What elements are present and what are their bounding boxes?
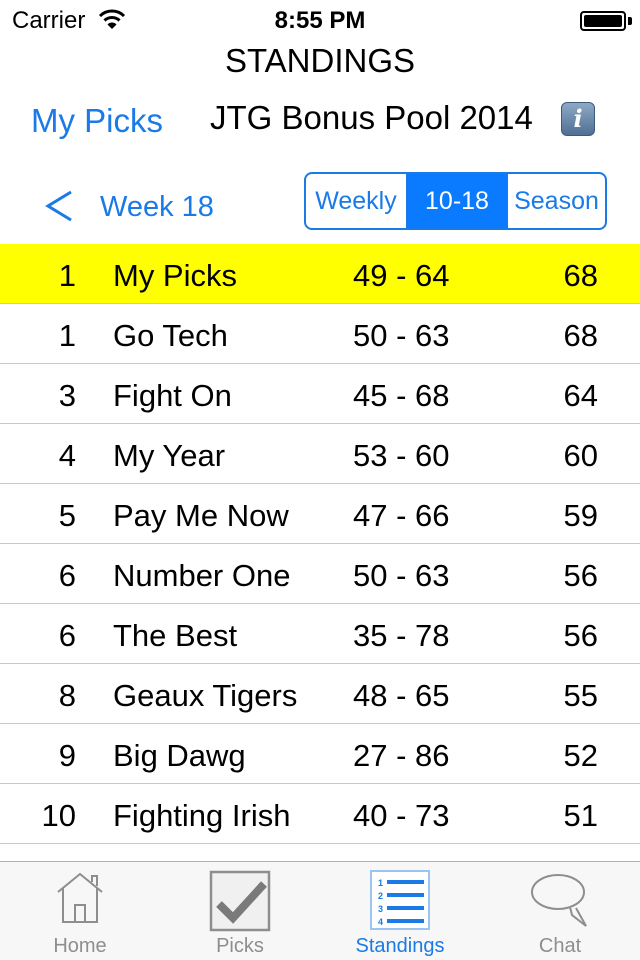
record: 45 - 68 xyxy=(353,378,450,413)
standings-row[interactable]: 3 Fight On 45 - 68 64 xyxy=(0,364,640,424)
segment-weekly[interactable]: Weekly xyxy=(306,174,407,228)
standings-row[interactable]: 6 Number One 50 - 63 56 xyxy=(0,544,640,604)
segment-range[interactable]: 10-18 xyxy=(407,174,508,228)
record: 48 - 65 xyxy=(353,678,450,713)
rank: 6 xyxy=(58,558,76,593)
svg-text:3: 3 xyxy=(378,904,383,914)
standings-row[interactable]: 9 Big Dawg 27 - 86 52 xyxy=(0,724,640,784)
points: 64 xyxy=(563,378,598,413)
svg-text:2: 2 xyxy=(378,891,383,901)
record: 40 - 73 xyxy=(353,798,450,833)
record: 35 - 78 xyxy=(353,618,450,653)
entry-name: Pay Me Now xyxy=(113,498,289,533)
my-picks-button[interactable]: My Picks xyxy=(31,102,163,140)
standings-row[interactable]: 1 My Picks 49 - 64 68 xyxy=(0,244,640,304)
record: 53 - 60 xyxy=(353,438,450,473)
battery-icon xyxy=(580,11,626,31)
chevron-left-icon[interactable] xyxy=(44,186,74,226)
rank: 9 xyxy=(58,738,76,773)
numbered-list-icon: 1 2 3 4 xyxy=(370,870,430,930)
svg-text:1: 1 xyxy=(378,878,383,888)
entry-name: Big Dawg xyxy=(113,738,246,773)
points: 55 xyxy=(563,678,598,713)
period-segmented-control[interactable]: Weekly 10-18 Season xyxy=(304,172,607,230)
rank: 3 xyxy=(58,378,76,413)
tab-picks[interactable]: Picks xyxy=(160,862,320,960)
info-icon[interactable]: i xyxy=(561,102,595,136)
standings-row[interactable]: 8 Geaux Tigers 48 - 65 55 xyxy=(0,664,640,724)
rank: 8 xyxy=(58,678,76,713)
segment-season[interactable]: Season xyxy=(508,174,605,228)
week-label: Week 18 xyxy=(100,191,214,223)
tab-chat[interactable]: Chat xyxy=(480,862,640,960)
entry-name: Go Tech xyxy=(113,318,228,353)
standings-row[interactable]: 4 My Year 53 - 60 60 xyxy=(0,424,640,484)
record: 27 - 86 xyxy=(353,738,450,773)
points: 60 xyxy=(563,438,598,473)
rank: 10 xyxy=(41,798,76,833)
tab-label: Picks xyxy=(216,935,264,957)
standings-row[interactable]: 5 Pay Me Now 47 - 66 59 xyxy=(0,484,640,544)
standings-row[interactable]: 10 Fighting Irish 40 - 73 51 xyxy=(0,784,640,844)
rank: 5 xyxy=(58,498,76,533)
tab-home[interactable]: Home xyxy=(0,862,160,960)
checkbox-icon xyxy=(209,870,271,932)
standings-row[interactable]: 1 Go Tech 50 - 63 68 xyxy=(0,304,640,364)
points: 51 xyxy=(563,798,598,833)
record: 49 - 64 xyxy=(353,258,450,293)
points: 68 xyxy=(563,318,598,353)
record: 50 - 63 xyxy=(353,558,450,593)
entry-name: The Best xyxy=(113,618,238,653)
points: 56 xyxy=(563,558,598,593)
entry-name: Fighting Irish xyxy=(113,798,291,833)
rank: 1 xyxy=(58,258,76,293)
status-bar: Carrier 8:55 PM xyxy=(0,0,640,40)
tab-standings[interactable]: 1 2 3 4 Standings xyxy=(320,862,480,960)
speech-bubble-icon xyxy=(531,874,587,927)
tab-label: Home xyxy=(53,935,107,957)
tab-label: Chat xyxy=(538,935,582,957)
points: 52 xyxy=(563,738,598,773)
entry-name: My Picks xyxy=(113,258,237,293)
svg-text:4: 4 xyxy=(378,917,383,927)
entry-name: Fight On xyxy=(113,378,232,413)
entry-name: Geaux Tigers xyxy=(113,678,298,713)
record: 47 - 66 xyxy=(353,498,450,533)
battery-nub xyxy=(628,17,632,25)
standings-row[interactable]: 6 The Best 35 - 78 56 xyxy=(0,604,640,664)
house-icon xyxy=(57,872,103,923)
points: 56 xyxy=(563,618,598,653)
tab-bar: Home Picks 1 2 3 4 Standings Chat xyxy=(0,861,640,960)
rank: 6 xyxy=(58,618,76,653)
points: 68 xyxy=(563,258,598,293)
status-time: 8:55 PM xyxy=(274,7,366,34)
rank: 1 xyxy=(58,318,76,353)
pool-name: JTG Bonus Pool 2014 xyxy=(210,99,533,136)
points: 59 xyxy=(563,498,598,533)
standings-list: 1 My Picks 49 - 64 68 1 Go Tech 50 - 63 … xyxy=(0,244,640,844)
tab-label: Standings xyxy=(355,935,445,957)
entry-name: My Year xyxy=(113,438,226,473)
rank: 4 xyxy=(58,438,76,473)
page-title: STANDINGS xyxy=(224,42,416,79)
record: 50 - 63 xyxy=(353,318,450,353)
entry-name: Number One xyxy=(113,558,291,593)
